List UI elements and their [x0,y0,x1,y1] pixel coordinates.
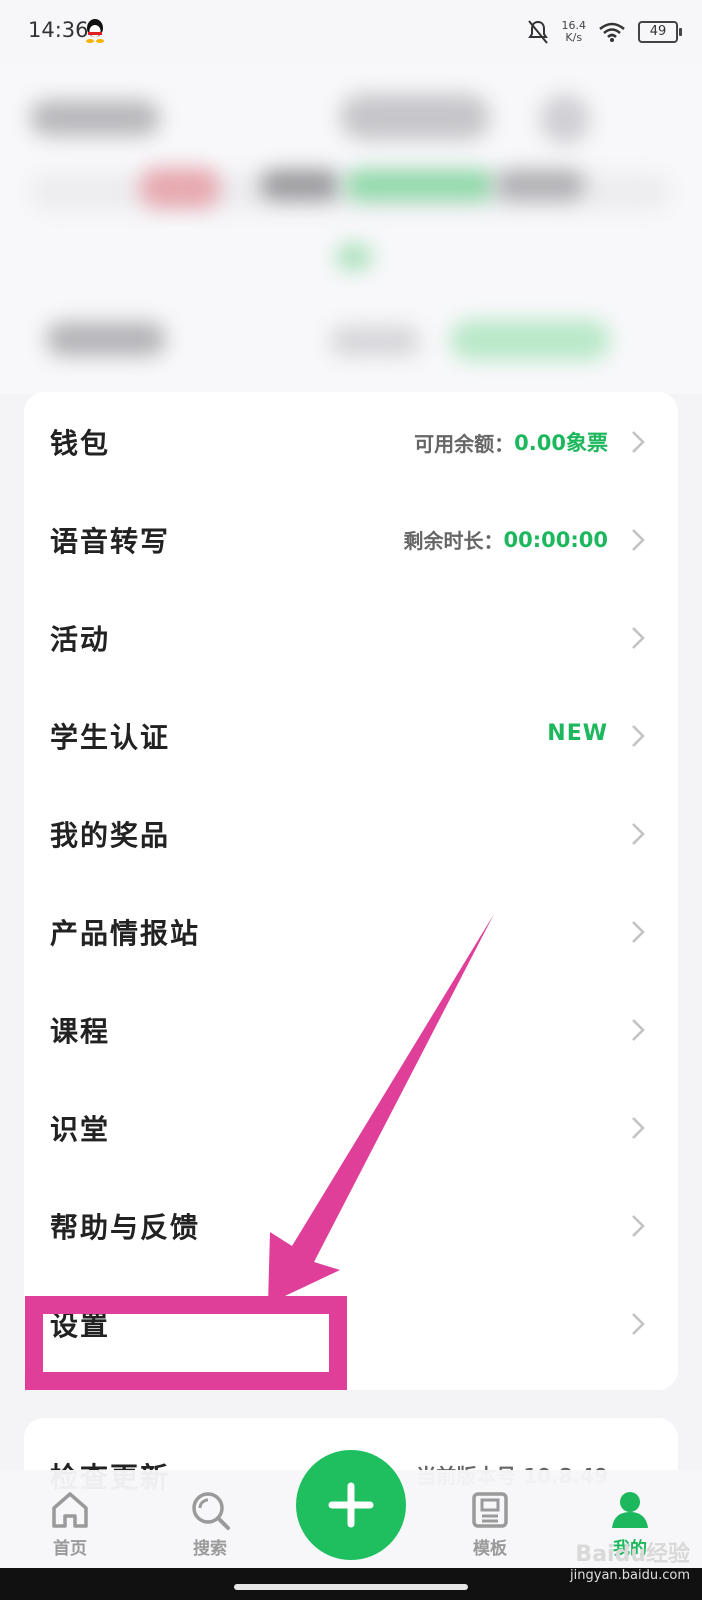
new-badge: NEW [547,721,608,746]
highlight-box [25,1296,347,1390]
net-speed-unit: K/s [565,31,583,44]
status-bar: 14:36 16.4 K/s 49 [0,0,702,64]
blurred-profile-header [0,64,702,394]
blurred-stat [495,170,585,200]
status-time: 14:36 [28,18,89,42]
menu-item-help-feedback[interactable]: 帮助与反馈 [24,1176,678,1274]
blurred-label [330,326,420,356]
battery-icon: 49 [638,21,682,43]
wallet-balance-value: 0.00象票 [514,431,608,455]
menu-item-prizes[interactable]: 我的奖品 [24,784,678,882]
tab-templates[interactable]: 模板 [450,1488,530,1559]
menu-card: 钱包 可用余额： 0.00象票 语音转写 剩余时长： 00:00:00 活动 学… [24,392,678,1390]
watermark-logo: Baidu经验 [575,1542,690,1567]
menu-item-label: 产品情报站 [50,917,201,950]
menu-item-label: 课程 [50,1015,111,1048]
home-indicator[interactable] [234,1584,468,1590]
search-icon [192,1492,230,1530]
tab-label: 模板 [473,1539,507,1559]
qq-icon [86,19,104,43]
blurred-avatar [540,94,590,144]
chevron-right-icon [632,921,645,943]
menu-item-label: 学生认证 [50,721,171,754]
blurred-dot [336,244,372,270]
network-speed: 16.4 K/s [562,20,587,44]
chevron-right-icon [632,823,645,845]
blurred-button [340,94,490,140]
tab-label: 首页 [53,1539,87,1559]
menu-item-label: 活动 [50,623,111,656]
menu-item-label: 帮助与反馈 [50,1211,201,1244]
blurred-progress [345,170,495,200]
blurred-badge [140,168,220,208]
chevron-right-icon [632,431,645,453]
chevron-right-icon [632,1313,645,1335]
bell-muted-icon [527,20,548,44]
blurred-username [30,100,160,136]
template-icon [472,1492,508,1528]
blurred-stat [260,170,340,200]
menu-item-product-news[interactable]: 产品情报站 [24,882,678,980]
wifi-icon [599,22,625,42]
profile-icon [612,1492,648,1528]
watermark-url: jingyan.baidu.com [570,1568,690,1583]
menu-item-wallet[interactable]: 钱包 可用余额： 0.00象票 [24,392,678,490]
menu-item-activities[interactable]: 活动 [24,588,678,686]
chevron-right-icon [632,627,645,649]
menu-item-shitang[interactable]: 识堂 [24,1078,678,1176]
menu-item-label: 语音转写 [50,525,171,558]
plus-icon [328,1482,374,1528]
chevron-right-icon [632,1215,645,1237]
menu-item-label: 钱包 [50,427,111,460]
blurred-label [46,322,166,356]
create-note-button[interactable] [296,1450,406,1560]
chevron-right-icon [632,1019,645,1041]
remaining-time-value: 00:00:00 [503,527,608,552]
wallet-balance-hint: 可用余额： [414,431,515,456]
chevron-right-icon [632,529,645,551]
chevron-right-icon [632,1117,645,1139]
tab-label: 搜索 [193,1539,227,1559]
blurred-vip-button [450,320,610,360]
tab-search[interactable]: 搜索 [170,1488,250,1559]
home-icon [52,1492,88,1528]
remaining-time-hint: 剩余时长： [403,529,504,553]
tab-home[interactable]: 首页 [30,1488,110,1559]
menu-item-courses[interactable]: 课程 [24,980,678,1078]
menu-item-transcription[interactable]: 语音转写 剩余时长： 00:00:00 [24,490,678,588]
chevron-right-icon [632,725,645,747]
menu-item-label: 识堂 [50,1113,111,1146]
menu-item-label: 我的奖品 [50,819,171,852]
baidu-watermark: Baidu经验 jingyan.baidu.com [570,1536,690,1583]
menu-item-student-verification[interactable]: 学生认证 NEW [24,686,678,784]
